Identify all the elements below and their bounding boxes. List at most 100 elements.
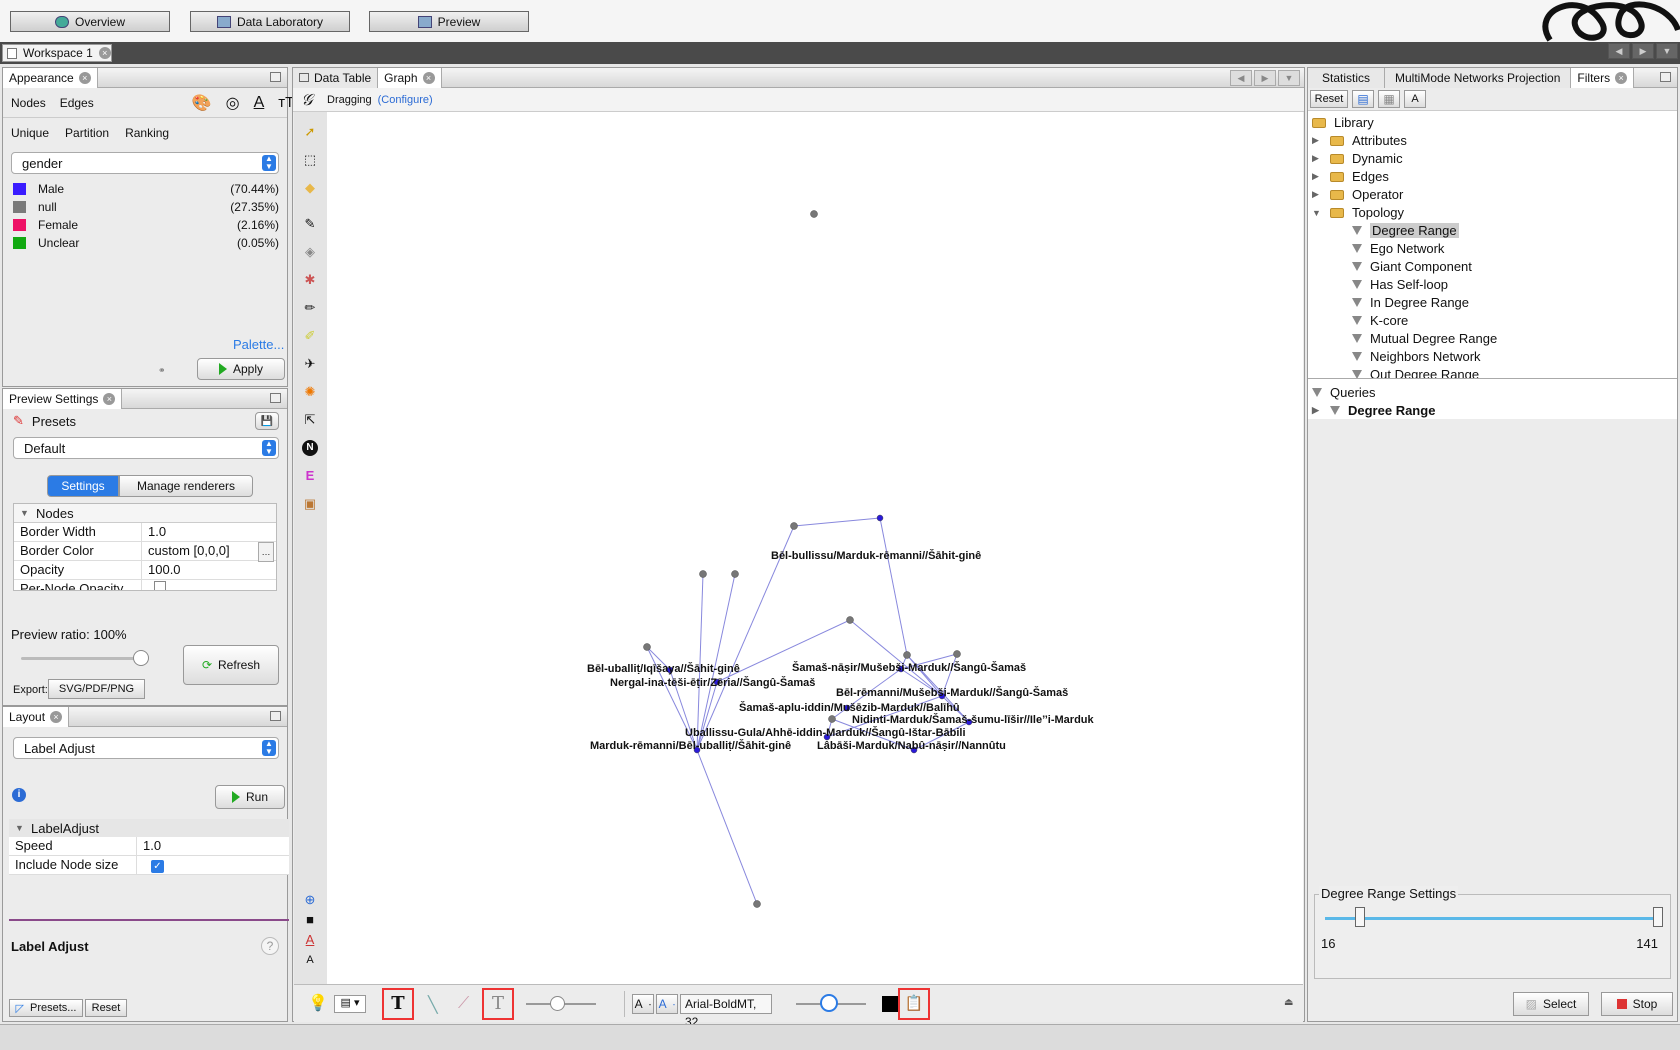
presets-button[interactable]: ◸ Presets... xyxy=(9,999,83,1017)
brush-icon[interactable]: ✎ xyxy=(302,216,318,232)
diamond-icon[interactable]: ◈ xyxy=(302,244,318,260)
rectangle-select-icon[interactable]: ⬚ xyxy=(302,152,318,168)
camera-icon[interactable]: ▣ xyxy=(302,496,318,512)
node-label[interactable]: Bēl-bullissu/Marduk-rēmanni//Šāhit-ginê xyxy=(771,549,981,562)
minimize-icon[interactable] xyxy=(270,393,281,403)
graph-node[interactable] xyxy=(876,514,884,522)
export-button[interactable]: SVG/PDF/PNG xyxy=(48,679,145,699)
background-color-icon[interactable]: ■ xyxy=(302,912,318,928)
nav-menu-icon[interactable]: ▼ xyxy=(1656,43,1678,59)
preview-button[interactable]: Preview xyxy=(369,11,529,32)
node-label[interactable]: Nidinti-Marduk/Šamaš-šumu-līšir//Ile’’i-… xyxy=(852,713,1095,726)
node-label[interactable]: Nergal-ina-tēši-ēṭir/Zēria//Šangû-Šamaš xyxy=(610,676,815,689)
font-color-icon[interactable]: A xyxy=(302,932,318,948)
nav-right-icon[interactable]: ▶ xyxy=(1254,69,1276,86)
color-swatch[interactable] xyxy=(13,237,26,249)
autorefresh-icon[interactable]: A xyxy=(1404,90,1426,108)
font-decrease-icon[interactable]: A- xyxy=(632,994,654,1014)
preset-select[interactable]: Default ▲ ▼ xyxy=(13,437,279,459)
collapse-icon[interactable]: ⏏ xyxy=(1284,997,1293,1008)
filter-neighbors-network[interactable]: Neighbors Network xyxy=(1352,348,1481,365)
close-icon[interactable]: × xyxy=(98,47,111,59)
filter-in-degree-range[interactable]: In Degree Range xyxy=(1352,294,1469,311)
run-button[interactable]: Run xyxy=(215,785,285,809)
graph-node[interactable] xyxy=(753,900,761,908)
color-swatch[interactable] xyxy=(13,219,26,231)
show-edge-labels-toggle[interactable]: T xyxy=(482,988,514,1020)
graph-node[interactable] xyxy=(828,715,836,723)
nav-menu-icon[interactable]: ▼ xyxy=(1278,69,1300,86)
close-icon[interactable]: × xyxy=(1615,71,1628,84)
filter-mutual-degree-range[interactable]: Mutual Degree Range xyxy=(1352,330,1497,347)
color-palette-icon[interactable]: 🎨 xyxy=(192,93,212,113)
refresh-button[interactable]: ⟳ Refresh xyxy=(183,645,279,685)
legend-item[interactable]: Male (70.44%) xyxy=(13,180,279,198)
queries-root[interactable]: Queries xyxy=(1312,384,1376,401)
legend-item[interactable]: Female (2.16%) xyxy=(13,216,279,234)
tab-ranking[interactable]: Ranking xyxy=(125,126,169,140)
graph-node[interactable] xyxy=(846,616,854,624)
prop-value[interactable] xyxy=(142,580,276,590)
nav-left-icon[interactable]: ◀ xyxy=(1230,69,1252,86)
close-icon[interactable]: × xyxy=(78,71,91,84)
include-node-size-checkbox[interactable]: ✓ xyxy=(137,856,289,874)
tab-unique[interactable]: Unique xyxy=(11,126,49,140)
graph-node[interactable] xyxy=(903,651,911,659)
close-icon[interactable]: × xyxy=(422,71,435,84)
tab-settings[interactable]: Settings xyxy=(47,475,119,497)
label-size-thumb[interactable] xyxy=(820,994,838,1012)
graph-edge[interactable] xyxy=(696,573,704,751)
tab-appearance[interactable]: Appearance × xyxy=(3,67,98,88)
nodes-toggle[interactable]: Nodes xyxy=(11,96,46,110)
library-root[interactable]: Library xyxy=(1312,114,1374,131)
filter-ego-network[interactable]: Ego Network xyxy=(1352,240,1444,257)
e-plugin-icon[interactable]: E xyxy=(302,468,318,484)
node-label[interactable]: Bēl-rēmanni/Mušebši-Marduk//Šangû-Šamaš xyxy=(836,686,1068,699)
airplane-icon[interactable]: ✈ xyxy=(302,356,318,372)
legend-item[interactable]: null (27.35%) xyxy=(13,198,279,216)
graph-edge[interactable] xyxy=(849,619,943,697)
lasso-icon[interactable]: ◆ xyxy=(302,180,318,196)
graph-edge[interactable] xyxy=(696,573,736,751)
palette-link[interactable]: Palette... xyxy=(233,337,284,352)
font-selector[interactable]: Arial-BoldMT, 32 xyxy=(680,994,772,1029)
graph-node[interactable] xyxy=(953,650,961,658)
node-label[interactable]: Bēl-uballiṭ/Iqīšaya//Šāhit-ginê xyxy=(587,662,740,675)
layout-algorithm-select[interactable]: Label Adjust ▲ ▼ xyxy=(13,737,279,759)
close-icon[interactable]: × xyxy=(103,392,116,405)
node-label[interactable]: Šamaš-aplu-iddin/Mušēzib-Marduk//Balīhû xyxy=(739,701,960,714)
tab-statistics[interactable]: Statistics xyxy=(1308,67,1386,88)
node-label[interactable]: Lâbāši-Marduk/Nabû-nāṣir//Nannûtu xyxy=(817,740,1006,752)
nav-left-icon[interactable]: ◀ xyxy=(1608,43,1630,59)
info-icon[interactable]: i xyxy=(12,788,26,802)
help-pointer-icon[interactable]: ⇱ xyxy=(302,412,318,428)
folder-operator[interactable]: ▶ Operator xyxy=(1312,186,1403,203)
expand-icon[interactable]: ▼ xyxy=(15,823,25,833)
graph-canvas[interactable]: Bēl-bullissu/Marduk-rēmanni//Šāhit-ginê B… xyxy=(327,112,1303,984)
attribute-select[interactable]: gender ▲ ▼ xyxy=(11,152,279,174)
export-filter-icon[interactable]: ▦ xyxy=(1378,90,1400,108)
link-icon[interactable]: ⚭ xyxy=(158,365,166,376)
filter-out-degree-range[interactable]: Out Degree Range xyxy=(1352,366,1479,378)
reset-filters-button[interactable]: Reset xyxy=(1310,90,1348,108)
node-label[interactable]: Uballissu-Gula/Ahhē-iddin-Marduk//Šangû-… xyxy=(685,726,966,739)
tab-graph[interactable]: Graph × xyxy=(378,67,442,88)
ellipsis-button[interactable]: … xyxy=(258,542,274,562)
label-color-swatch[interactable] xyxy=(882,996,898,1012)
filter-giant-component[interactable]: Giant Component xyxy=(1352,258,1472,275)
stop-button[interactable]: Stop xyxy=(1601,992,1673,1016)
graph-edge[interactable] xyxy=(793,517,881,527)
edge-icon[interactable]: ╲ xyxy=(428,995,438,1015)
speed-value[interactable]: 1.0 xyxy=(137,837,289,855)
edge-pencil-icon[interactable]: ✐ xyxy=(302,328,318,344)
nav-right-icon[interactable]: ▶ xyxy=(1632,43,1654,59)
reset-button[interactable]: Reset xyxy=(85,999,127,1017)
overview-button[interactable]: Overview xyxy=(10,11,170,32)
zoom-fit-icon[interactable]: ⊕ xyxy=(302,892,318,908)
filter-degree-range[interactable]: Degree Range xyxy=(1352,222,1459,239)
paint-icon[interactable]: ✱ xyxy=(302,272,318,288)
expand-icon[interactable]: ▼ xyxy=(20,508,30,518)
prop-value[interactable]: custom [0,0,0]… xyxy=(142,542,276,562)
tab-layout[interactable]: Layout × xyxy=(3,706,70,727)
degree-range-slider[interactable] xyxy=(1325,917,1657,920)
